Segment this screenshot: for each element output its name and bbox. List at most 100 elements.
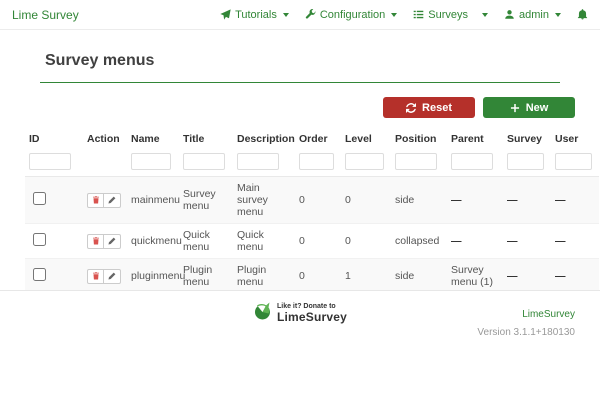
- filter-user-input[interactable]: [555, 153, 592, 170]
- table-filter-row: [25, 150, 599, 177]
- cell-position: side: [391, 259, 447, 294]
- nav-configuration[interactable]: Configuration: [305, 9, 397, 21]
- cell-position: collapsed: [391, 224, 447, 259]
- nav-admin[interactable]: admin: [504, 9, 561, 21]
- cell-survey: —: [503, 259, 551, 294]
- nav-surveys[interactable]: Surveys: [413, 9, 488, 21]
- column-header-description[interactable]: Description: [233, 128, 295, 150]
- row-checkbox[interactable]: [33, 233, 46, 246]
- cell-parent: —: [447, 224, 503, 259]
- caret-down-icon: [283, 13, 289, 17]
- cell-position: side: [391, 177, 447, 224]
- edit-button[interactable]: [104, 269, 121, 284]
- nav-configuration-label: Configuration: [320, 9, 385, 21]
- nav-admin-label: admin: [519, 9, 549, 21]
- page-title: Survey menus: [45, 52, 555, 70]
- table-row-quickmenu[interactable]: quickmenu Quick menu Quick menu 0 0 coll…: [25, 224, 599, 259]
- donate-text: Like it? Donate to LimeSurvey: [277, 303, 347, 324]
- filter-level-input[interactable]: [345, 153, 384, 170]
- nav-tutorials-label: Tutorials: [235, 9, 277, 21]
- list-icon: [413, 9, 424, 20]
- cell-order: 0: [295, 259, 341, 294]
- plus-icon: [510, 103, 520, 113]
- nav-tutorials[interactable]: Tutorials: [220, 9, 289, 21]
- new-button[interactable]: New: [483, 97, 575, 118]
- column-header-order[interactable]: Order: [295, 128, 341, 150]
- trash-icon: [92, 196, 100, 204]
- cell-survey: —: [503, 177, 551, 224]
- cell-name: pluginmenu: [127, 259, 179, 294]
- pencil-icon: [108, 196, 116, 204]
- column-header-survey[interactable]: Survey: [503, 128, 551, 150]
- column-header-level[interactable]: Level: [341, 128, 391, 150]
- delete-button[interactable]: [87, 193, 104, 208]
- refresh-icon: [406, 103, 416, 113]
- top-navbar: Lime Survey Tutorials Configuration Surv…: [0, 0, 600, 30]
- edit-button[interactable]: [104, 234, 121, 249]
- row-actions: [87, 269, 121, 284]
- filter-order-input[interactable]: [299, 153, 334, 170]
- nav-notifications[interactable]: [577, 9, 588, 20]
- cell-title: Survey menu: [179, 177, 233, 224]
- cell-order: 0: [295, 224, 341, 259]
- bell-icon: [577, 9, 588, 20]
- limesurvey-link[interactable]: LimeSurvey: [522, 309, 575, 320]
- row-checkbox[interactable]: [33, 268, 46, 281]
- wrench-icon: [305, 9, 316, 20]
- delete-button[interactable]: [87, 269, 104, 284]
- caret-down-icon: [555, 13, 561, 17]
- caret-down-icon[interactable]: [482, 13, 488, 17]
- pencil-icon: [108, 237, 116, 245]
- filter-position-input[interactable]: [395, 153, 437, 170]
- table-row-pluginmenu[interactable]: pluginmenu Plugin menu Plugin menu 0 1 s…: [25, 259, 599, 294]
- filter-description-input[interactable]: [237, 153, 279, 170]
- limesurvey-logo-icon: [253, 301, 273, 326]
- new-button-label: New: [526, 102, 549, 114]
- main-content: Survey menus Reset New ID Action Name Ti…: [0, 30, 600, 328]
- cell-level: 0: [341, 177, 391, 224]
- row-actions: [87, 234, 121, 249]
- edit-button[interactable]: [104, 193, 121, 208]
- reset-button-label: Reset: [422, 102, 452, 114]
- reset-button[interactable]: Reset: [383, 97, 475, 118]
- toolbar: Reset New: [25, 83, 575, 128]
- filter-parent-input[interactable]: [451, 153, 493, 170]
- cell-order: 0: [295, 177, 341, 224]
- footer-meta: LimeSurvey Version 3.1.1+180130: [477, 301, 575, 340]
- row-checkbox[interactable]: [33, 192, 46, 205]
- column-header-position[interactable]: Position: [391, 128, 447, 150]
- column-header-id[interactable]: ID: [25, 128, 83, 150]
- table-header-row: ID Action Name Title Description Order L…: [25, 128, 599, 150]
- cell-title: Quick menu: [179, 224, 233, 259]
- cell-title: Plugin menu: [179, 259, 233, 294]
- delete-button[interactable]: [87, 234, 104, 249]
- user-icon: [504, 9, 515, 20]
- filter-name-input[interactable]: [131, 153, 171, 170]
- column-header-action: Action: [83, 128, 127, 150]
- cell-description: Main survey menu: [233, 177, 295, 224]
- column-header-title[interactable]: Title: [179, 128, 233, 150]
- row-actions: [87, 193, 121, 208]
- pencil-icon: [108, 272, 116, 280]
- cell-parent: Survey menu (1): [447, 259, 503, 294]
- cell-user: —: [551, 224, 599, 259]
- version-label: Version 3.1.1+180130: [477, 325, 575, 340]
- donate-link[interactable]: Like it? Donate to LimeSurvey: [253, 301, 347, 326]
- cell-survey: —: [503, 224, 551, 259]
- trash-icon: [92, 237, 100, 245]
- nav-surveys-label: Surveys: [428, 9, 468, 21]
- cell-name: quickmenu: [127, 224, 179, 259]
- paper-plane-icon: [220, 9, 231, 20]
- trash-icon: [92, 272, 100, 280]
- cell-user: —: [551, 177, 599, 224]
- navbar-menu: Tutorials Configuration Surveys admin: [220, 9, 588, 21]
- column-header-parent[interactable]: Parent: [447, 128, 503, 150]
- filter-id-input[interactable]: [29, 153, 71, 170]
- brand-logo[interactable]: Lime Survey: [12, 8, 79, 22]
- table-row-mainmenu[interactable]: mainmenu Survey menu Main survey menu 0 …: [25, 177, 599, 224]
- column-header-name[interactable]: Name: [127, 128, 179, 150]
- column-header-user[interactable]: User: [551, 128, 599, 150]
- filter-survey-input[interactable]: [507, 153, 544, 170]
- filter-title-input[interactable]: [183, 153, 225, 170]
- cell-user: —: [551, 259, 599, 294]
